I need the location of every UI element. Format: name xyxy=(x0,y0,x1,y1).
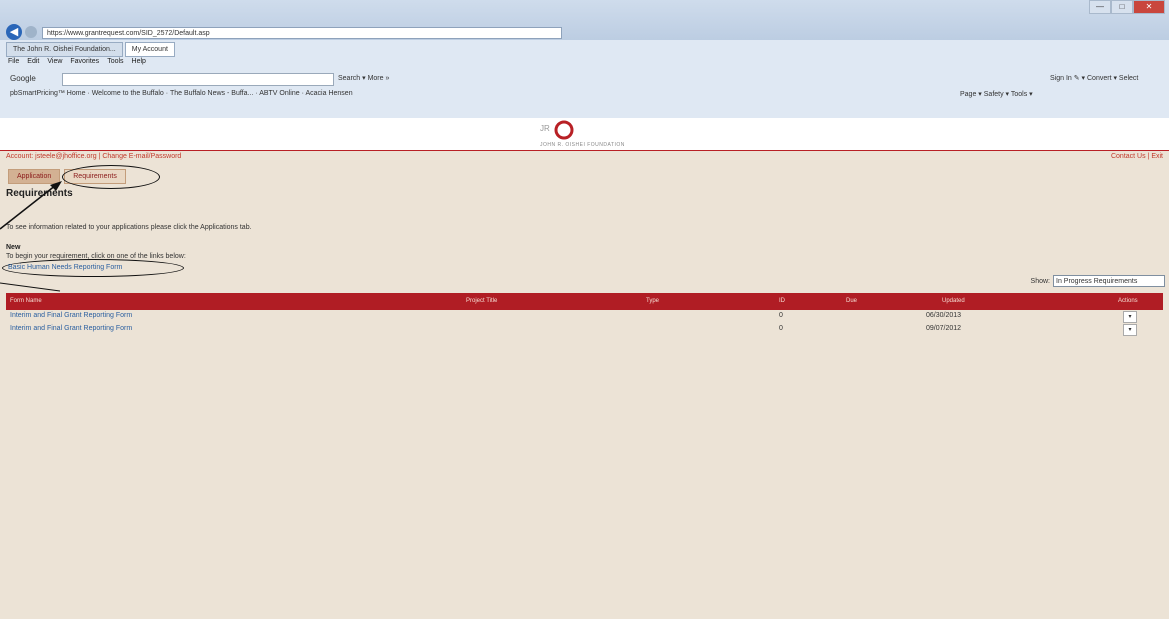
browser-tabs: The John R. Oishei Foundation... My Acco… xyxy=(6,42,175,57)
menu-edit[interactable]: Edit xyxy=(27,58,39,65)
logo-letters: JR xyxy=(540,124,550,133)
close-button[interactable]: ✕ xyxy=(1133,0,1165,14)
address-bar[interactable]: https://www.grantrequest.com/SID_2572/De… xyxy=(42,27,562,39)
annotation-arrows xyxy=(0,181,62,292)
menu-favorites[interactable]: Favorites xyxy=(70,58,99,65)
browser-chrome: — □ ✕ ◀ https://www.grantrequest.com/SID… xyxy=(0,0,1169,119)
favorites-links: pbSmartPricing™ Home · Welcome to the Bu… xyxy=(10,90,353,97)
minimize-button[interactable]: — xyxy=(1089,0,1111,14)
menu-file[interactable]: File xyxy=(8,58,19,65)
window-controls: — □ ✕ xyxy=(1089,0,1165,14)
favorite-link[interactable]: pbSmartPricing™ Home xyxy=(10,90,85,97)
favorite-link[interactable]: Welcome to the Buffalo xyxy=(92,90,164,97)
foundation-name: JOHN R. OISHEI FOUNDATION xyxy=(540,142,625,148)
favorite-link[interactable]: ABTV Online xyxy=(259,90,299,97)
sign-in-tools[interactable]: Sign In ✎ ▾ Convert ▾ Select xyxy=(1050,74,1138,82)
menu-bar: File Edit View Favorites Tools Help xyxy=(8,58,146,65)
favorite-link[interactable]: Acacia Hensen xyxy=(306,90,353,97)
google-search-input[interactable] xyxy=(62,73,334,86)
back-arrow-icon[interactable]: ◀ xyxy=(6,24,22,40)
google-logo: Google xyxy=(10,74,36,83)
annotation-arrow xyxy=(0,184,57,230)
browser-tab-active[interactable]: My Account xyxy=(124,42,175,57)
maximize-button[interactable]: □ xyxy=(1111,0,1133,14)
menu-help[interactable]: Help xyxy=(132,58,146,65)
page: JR JOHN R. OISHEI FOUNDATION Account: js… xyxy=(0,118,1169,619)
menu-tools[interactable]: Tools xyxy=(107,58,123,65)
command-bar[interactable]: Page ▾ Safety ▾ Tools ▾ xyxy=(960,90,1033,98)
annotation-line xyxy=(0,282,61,292)
main-content: Account: jsteele@jhoffice.org | Change E… xyxy=(0,151,1169,619)
logo-header: JR JOHN R. OISHEI FOUNDATION xyxy=(0,118,1169,150)
favorite-link[interactable]: The Buffalo News - Buffa... xyxy=(170,90,253,97)
google-tools[interactable]: Search ▾ More » xyxy=(338,74,389,82)
favorites-bar: pbSmartPricing™ Home · Welcome to the Bu… xyxy=(0,88,1169,102)
forward-arrow-icon[interactable] xyxy=(25,26,37,38)
arrowhead-icon xyxy=(50,181,62,191)
menu-view[interactable]: View xyxy=(47,58,62,65)
browser-tab[interactable]: The John R. Oishei Foundation... xyxy=(6,42,123,57)
google-toolbar: Google Search ▾ More » Sign In ✎ ▾ Conve… xyxy=(0,71,1169,87)
